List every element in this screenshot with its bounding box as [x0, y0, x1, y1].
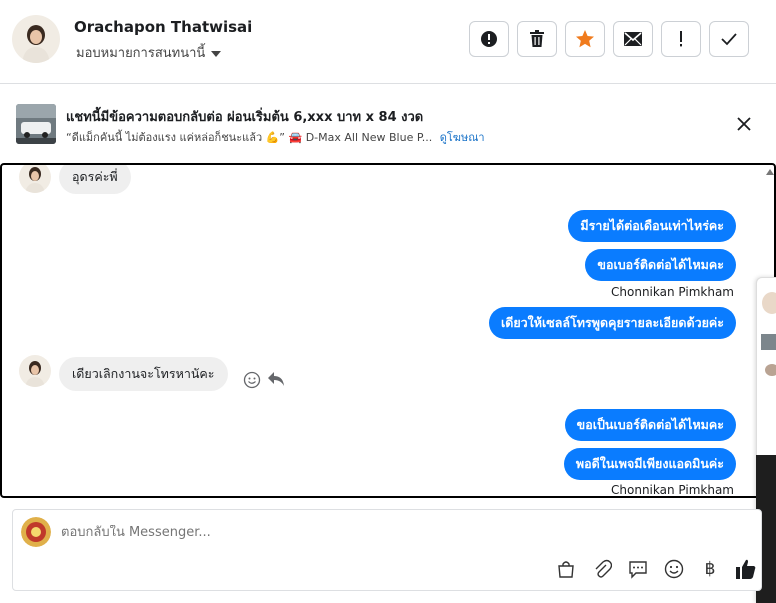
message-thread[interactable]: อุดรค่ะพี่ มีรายได้ต่อเดือนเท่าไหร่คะ ขอ… [0, 163, 776, 498]
payment-button[interactable]: ฿ [699, 558, 721, 580]
reply-input[interactable] [61, 525, 661, 540]
ad-description: “ดีแม็กคันนี้ ไม่ต้องแรง แค่หล่อก็ชนะแล้… [66, 131, 433, 144]
contact-name[interactable]: Orachapon Thatwisai [74, 18, 252, 36]
emoji-button[interactable] [663, 558, 685, 580]
scroll-up-arrow[interactable] [766, 169, 774, 175]
composer-toolbar: ฿ [555, 558, 757, 580]
like-button[interactable] [735, 558, 757, 580]
page-avatar [21, 517, 51, 547]
bag-icon [558, 561, 574, 578]
spam-icon [481, 31, 497, 47]
view-ad-link[interactable]: ดูโฆษณา [440, 131, 485, 144]
star-icon [576, 30, 594, 48]
chevron-down-icon [211, 50, 222, 57]
reply-button[interactable] [266, 370, 286, 392]
contact-avatar-small [19, 355, 51, 387]
baht-icon: ฿ [704, 559, 716, 579]
ad-thumbnail-small [761, 334, 776, 350]
ad-title: แชทนี้มีข้อความตอบกลับต่อ ผ่อนเริ่มต้น 6… [66, 110, 424, 125]
messenger-inbox: Orachapon Thatwisai มอบหมายการสนทนานี้ แ… [0, 0, 776, 603]
trash-icon [530, 30, 544, 47]
conversation-header: Orachapon Thatwisai มอบหมายการสนทนานี้ [0, 0, 776, 84]
close-icon [737, 117, 751, 131]
message-bubble-outgoing[interactable]: ขอเบอร์ติดต่อได้ไหมคะ [585, 249, 736, 281]
conversation-actions [469, 21, 749, 57]
star-button[interactable] [565, 21, 605, 57]
avatar [765, 364, 776, 376]
reply-composer: ฿ [12, 509, 762, 591]
message-bubble-outgoing[interactable]: มีรายได้ต่อเดือนเท่าไหร่คะ [568, 210, 736, 242]
ad-subtitle: “ดีแม็กคันนี้ ไม่ต้องแรง แค่หล่อก็ชนะแล้… [66, 128, 485, 146]
follow-up-icon [680, 31, 682, 47]
ad-context-banner: แชทนี้มีข้อความตอบกลับต่อ ผ่อนเริ่มต้น 6… [0, 84, 776, 162]
follow-up-button[interactable] [661, 21, 701, 57]
avatar [762, 292, 776, 314]
message-bubble-incoming[interactable]: เดียวเลิกงานจะโทรหานัคะ [59, 357, 228, 391]
ad-thumbnail[interactable] [16, 104, 56, 144]
like-icon [736, 559, 756, 579]
message-bubble-incoming[interactable]: อุดรค่ะพี่ [59, 165, 131, 194]
attach-button[interactable] [591, 558, 613, 580]
assign-conversation-dropdown[interactable]: มอบหมายการสนทนานี้ [76, 42, 222, 63]
emoji-react-icon [243, 371, 261, 389]
shop-button[interactable] [555, 558, 577, 580]
message-bubble-outgoing[interactable]: เดียวให้เซลล์โทรพูดคุยรายละเอียดด้วยค่ะ [488, 307, 736, 339]
attachment-icon [595, 559, 612, 578]
mark-spam-button[interactable] [469, 21, 509, 57]
sender-name: Chonnikan Pimkham [611, 285, 734, 299]
mark-unread-button[interactable] [613, 21, 653, 57]
message-bubble-outgoing[interactable]: ขอเป็นเบอร์ติดต่อได้ไหมคะ [564, 409, 736, 441]
sender-name: Chonnikan Pimkham [611, 483, 734, 497]
assign-label: มอบหมายการสนทนานี้ [76, 46, 206, 61]
contact-avatar-small [19, 165, 51, 193]
reply-icon [268, 372, 284, 386]
react-button[interactable] [243, 371, 261, 393]
saved-replies-icon [629, 561, 647, 579]
mail-icon [624, 32, 642, 46]
emoji-icon [664, 559, 684, 579]
delete-button[interactable] [517, 21, 557, 57]
mark-done-button[interactable] [709, 21, 749, 57]
contact-avatar[interactable] [12, 15, 60, 63]
checkmark-icon [721, 33, 737, 46]
saved-replies-button[interactable] [627, 558, 649, 580]
close-banner-button[interactable] [734, 114, 754, 134]
message-bubble-outgoing[interactable]: พอดีในเพจมีเพียงแอดมินค่ะ [563, 448, 736, 480]
